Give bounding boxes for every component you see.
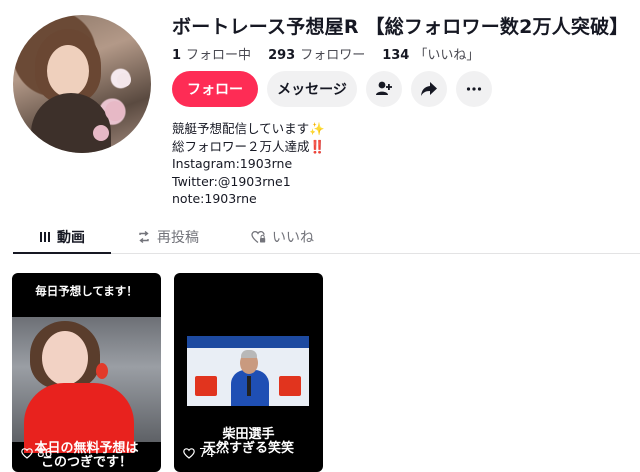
add-user-icon xyxy=(376,81,392,95)
video-likes-count: 74 xyxy=(199,446,215,460)
video-thumbnail xyxy=(12,317,161,453)
bio-line: 競艇予想配信しています✨ xyxy=(172,121,325,136)
heart-lock-icon xyxy=(251,230,266,244)
likes-stat: 134 「いいね」 xyxy=(382,44,479,63)
bio-line: Twitter:@1903rne1 xyxy=(172,173,291,189)
video-caption-top: 毎日予想してます！ xyxy=(35,284,138,298)
more-icon xyxy=(466,87,482,91)
tab-reposts-label: 再投稿 xyxy=(157,230,199,246)
following-stat[interactable]: 1 フォロー中 xyxy=(172,44,251,63)
likes-count: 134 xyxy=(382,48,410,63)
heart-outline-icon xyxy=(21,447,33,459)
repost-icon xyxy=(139,230,149,244)
tab-liked[interactable]: いいね xyxy=(251,220,314,254)
likes-label: 「いいね」 xyxy=(414,48,480,63)
tab-videos[interactable]: 動画 xyxy=(39,220,85,254)
followers-stat[interactable]: 293 フォロワー xyxy=(268,44,365,63)
video-likes-count: 86 xyxy=(37,446,53,460)
tab-liked-label: いいね xyxy=(272,230,314,246)
share-button[interactable] xyxy=(411,71,447,107)
bio-line: 総フォロワー２万人達成‼️ xyxy=(172,138,326,154)
bio-line: note:1903rne xyxy=(172,191,257,206)
video-caption-line: 柴田選手 xyxy=(222,427,275,442)
video-likes: 74 xyxy=(183,446,214,460)
grid-icon xyxy=(40,232,50,242)
avatar[interactable] xyxy=(13,15,151,153)
heart-outline-icon xyxy=(183,447,195,459)
bio-line: Instagram:1903rne xyxy=(172,156,293,171)
video-card[interactable]: 柴田選手 天然すぎる笑笑 74 xyxy=(174,273,323,472)
profile-stats: 1 フォロー中 293 フォロワー 134 「いいね」 xyxy=(172,44,479,63)
more-button[interactable] xyxy=(456,71,492,107)
tab-videos-label: 動画 xyxy=(57,230,85,246)
tab-reposts[interactable]: 再投稿 xyxy=(137,220,199,254)
profile-bio: 競艇予想配信しています✨ 総フォロワー２万人達成‼️ Instagram:190… xyxy=(172,120,325,208)
profile-actions: フォロー メッセージ xyxy=(172,71,492,107)
follow-button[interactable]: フォロー xyxy=(172,71,258,107)
followers-count: 293 xyxy=(268,48,296,63)
add-user-button[interactable] xyxy=(366,71,402,107)
page-title: ボートレース予想屋R 【総フォロワー数2万人突破】 xyxy=(172,16,629,38)
video-thumbnail xyxy=(187,336,309,406)
followers-label: フォロワー xyxy=(300,48,366,63)
active-tab-indicator xyxy=(13,252,111,254)
following-count: 1 xyxy=(172,48,182,63)
profile-tabs: 動画 再投稿 いいね xyxy=(13,220,640,254)
following-label: フォロー中 xyxy=(186,48,252,63)
video-card[interactable]: 毎日予想してます！ 本日の無料予想は このつぎです！ 86 xyxy=(12,273,161,472)
share-icon xyxy=(421,82,437,96)
video-likes: 86 xyxy=(21,446,52,460)
message-button[interactable]: メッセージ xyxy=(267,71,357,107)
